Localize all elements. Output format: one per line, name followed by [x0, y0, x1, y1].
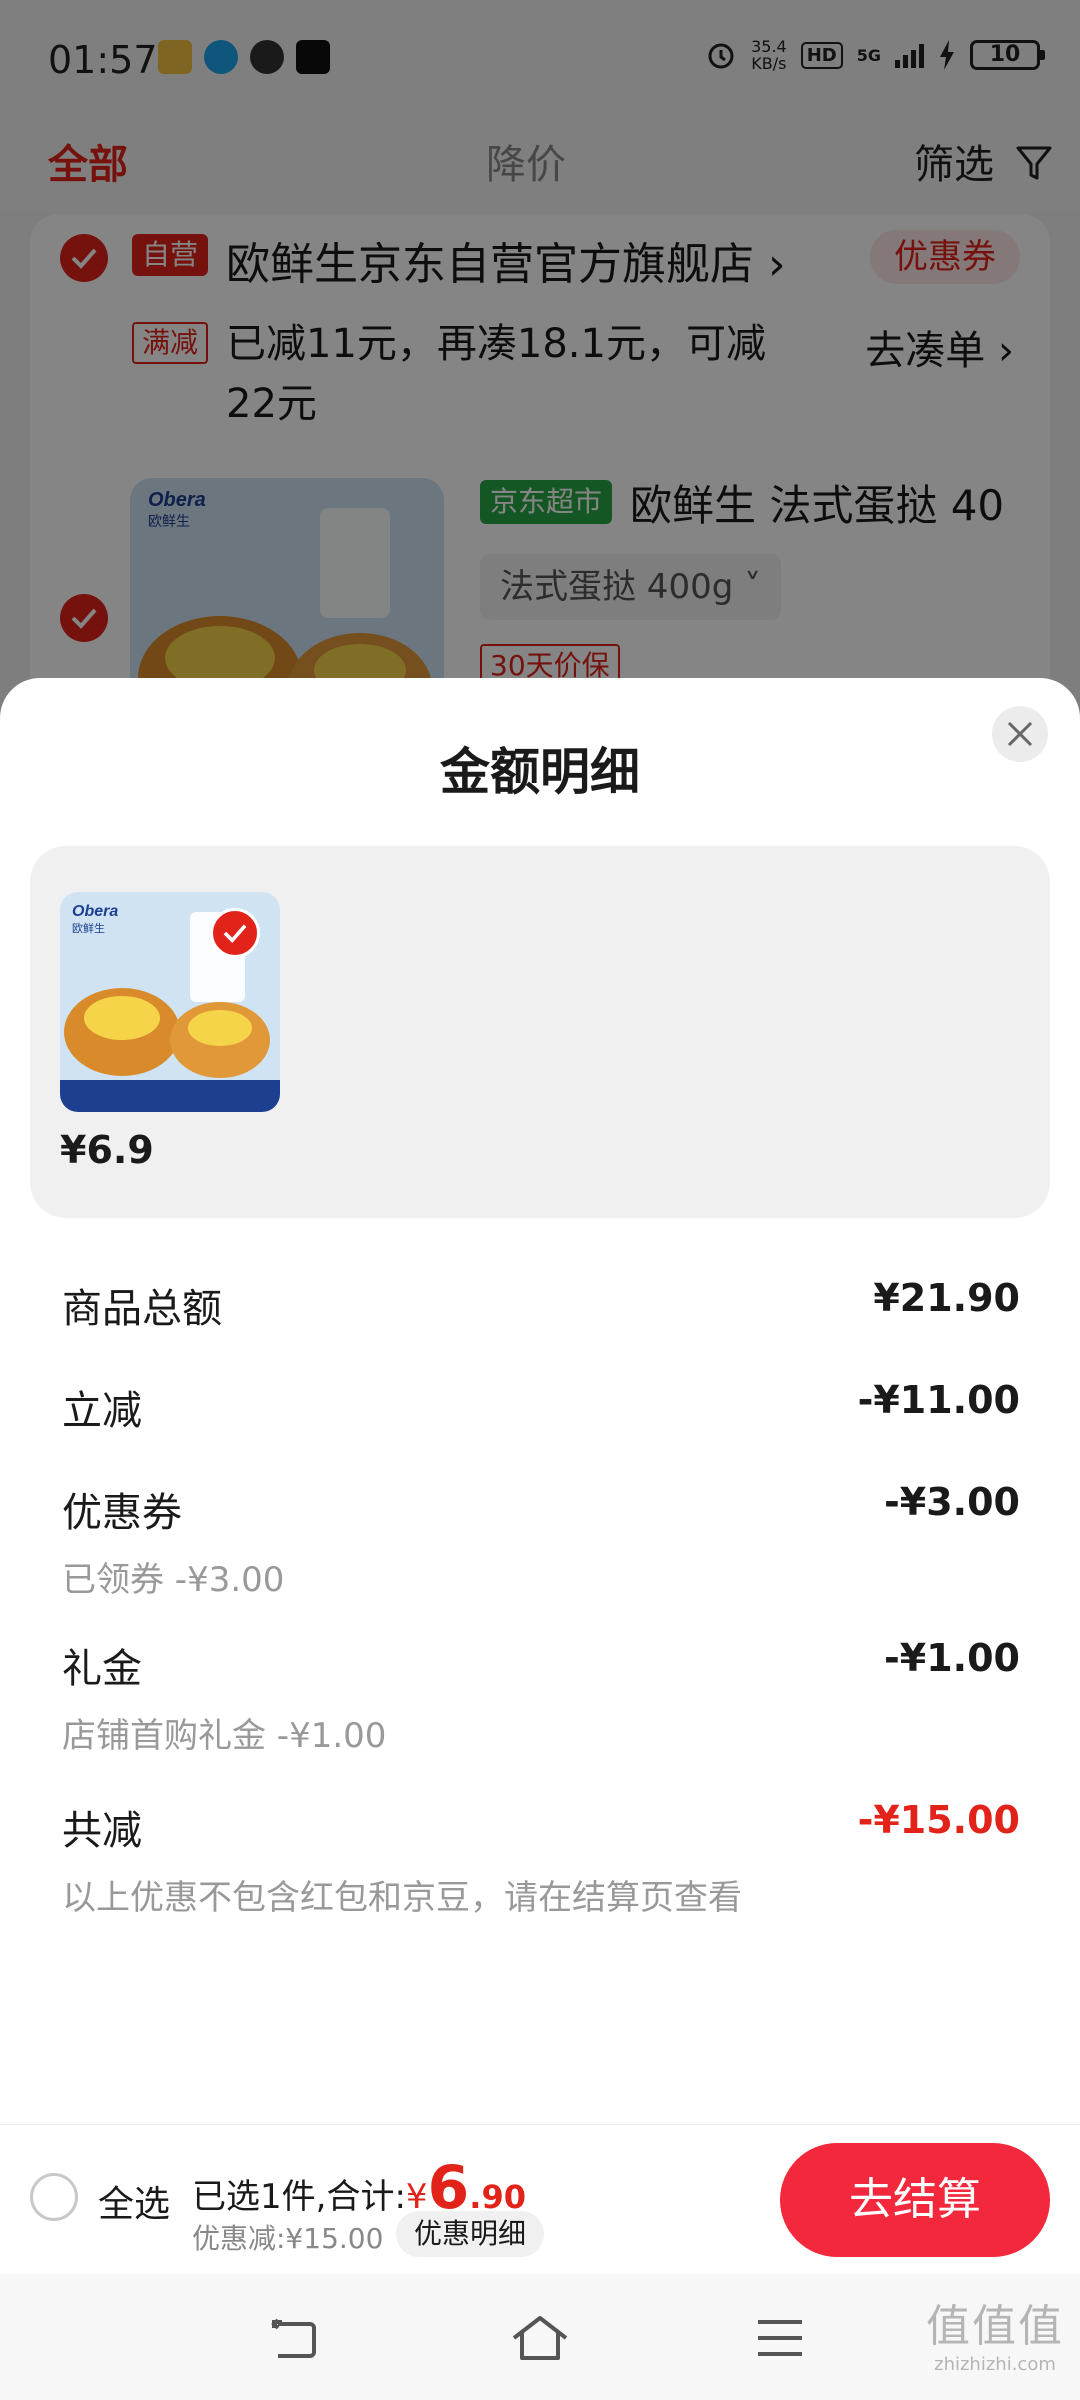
- coupon-sub: 已领券 -¥3.00: [62, 1560, 285, 1600]
- gift-money-value: -¥1.00: [884, 1636, 1020, 1680]
- item-selected-check-icon[interactable]: [210, 908, 260, 958]
- home-icon[interactable]: [510, 2314, 570, 2362]
- goods-total-value: ¥21.90: [873, 1276, 1020, 1320]
- discount-detail-button[interactable]: 优惠明细: [396, 2211, 545, 2257]
- select-all-label[interactable]: 全选: [98, 2175, 170, 2227]
- row-coupon: 优惠券 -¥3.00 已领券 -¥3.00: [62, 1480, 1020, 1600]
- selected-goods-box: Obera 欧鲜生 ¥6.9: [30, 846, 1050, 1218]
- total-discount-value: -¥15.00: [857, 1798, 1020, 1842]
- svg-text:Obera: Obera: [72, 903, 118, 920]
- item-price: ¥6.9: [60, 1128, 154, 1172]
- instant-discount-value: -¥11.00: [857, 1378, 1020, 1422]
- row-instant-discount: 立减 -¥11.00: [62, 1378, 1020, 1434]
- discount-note: 以上优惠不包含红包和京豆，请在结算页查看: [62, 1878, 742, 1918]
- gift-money-sub: 店铺首购礼金 -¥1.00: [62, 1716, 387, 1756]
- discount-summary: 优惠减:¥15.00: [192, 2222, 384, 2255]
- back-icon[interactable]: [268, 2314, 324, 2362]
- close-button[interactable]: [992, 706, 1048, 762]
- row-goods-total: 商品总额 ¥21.90: [62, 1276, 1020, 1332]
- row-total-discount: 共减 -¥15.00 以上优惠不包含红包和京豆，请在结算页查看: [62, 1798, 1020, 1918]
- checkout-bar: 全选 已选1件,合计: ¥ 6 .90 优惠减:¥15.00 优惠明细 去结算: [0, 2124, 1080, 2274]
- coupon-value: -¥3.00: [884, 1480, 1020, 1524]
- system-nav-bar: [0, 2274, 1080, 2400]
- row-gift-money: 礼金 -¥1.00 店铺首购礼金 -¥1.00: [62, 1636, 1020, 1756]
- sheet-title: 金额明细: [440, 743, 640, 801]
- watermark: 值值值 zhizhizhi.com: [926, 2301, 1064, 2375]
- checkout-button[interactable]: 去结算: [780, 2143, 1050, 2257]
- svg-text:欧鲜生: 欧鲜生: [72, 921, 105, 935]
- select-all-radio[interactable]: [30, 2173, 78, 2221]
- close-icon: [1007, 721, 1033, 747]
- menu-icon[interactable]: [756, 2314, 804, 2362]
